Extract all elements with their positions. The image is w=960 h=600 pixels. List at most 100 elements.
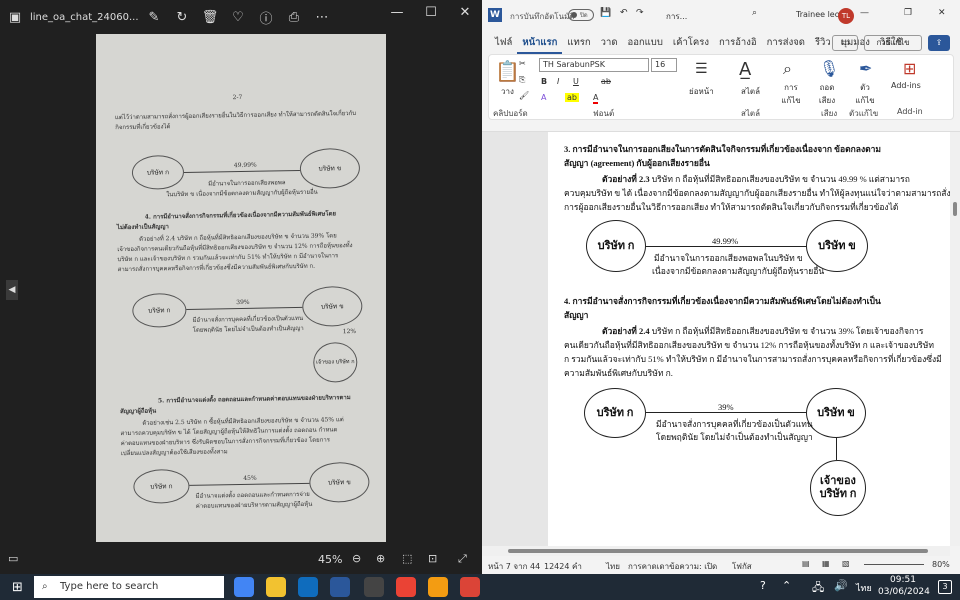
editor-icon[interactable]: ✒ [859,59,872,78]
web-layout-icon[interactable]: ▧ [842,559,850,568]
notification-badge[interactable]: 3 [938,580,952,594]
zoom-percent[interactable]: 80% [932,560,950,569]
document-photo: 2-7 แต่ไว้ว่าตามสามารถสั่งการผู้ออกเสียง… [96,34,386,542]
paragraph-icon[interactable]: ☰ [695,61,708,77]
filmstrip-icon[interactable]: ▭ [8,552,18,565]
bold-button[interactable]: B [541,77,547,86]
document-area[interactable]: 3. การมีอำนาจในการออกเสียงในการตัดสินใจก… [482,132,950,546]
print-layout-icon[interactable]: ▦ [822,559,830,568]
file-explorer-icon[interactable] [266,577,286,597]
underline-button[interactable]: U [573,77,579,86]
comments-button[interactable]: ▭ [832,35,858,51]
editor-label[interactable]: ตัว แก้ไข [853,81,877,107]
fit-window-icon[interactable]: ⬚ [402,552,412,565]
restore-button[interactable]: ❐ [904,8,912,18]
tab-references[interactable]: การอ้างอิ [714,32,762,54]
edge-icon[interactable] [298,577,318,597]
styles-label[interactable]: สไตล์ [741,85,760,98]
photos-icon[interactable] [364,577,384,597]
document-page[interactable]: 3. การมีอำนาจในการออกเสียงในการตัดสินใจก… [548,132,950,546]
italic-button[interactable]: I [557,77,559,86]
vertical-scrollbar[interactable] [950,132,960,546]
horizontal-scrollbar[interactable] [482,546,950,556]
prev-image-button[interactable]: ◀ [6,280,18,300]
addins-label[interactable]: Add-ins [891,81,921,90]
share-button[interactable]: ⇪ [928,35,950,51]
chrome-icon[interactable] [234,577,254,597]
paste-icon[interactable]: 📋 [495,59,520,83]
addins-icon[interactable]: ⊞ [903,59,916,78]
gallery-icon[interactable]: ▣ [0,10,30,25]
search-box[interactable]: ⌕ Type here to search [34,576,224,598]
info-icon[interactable]: ⓘ [252,8,280,27]
tab-design[interactable]: ออกแบบ [623,32,668,54]
input-language[interactable]: ไทย [856,581,872,595]
clock-date[interactable]: 03/06/2024 [878,587,930,597]
zoom-out-icon[interactable]: ⊖ [352,552,361,565]
save-icon[interactable]: 💾 [600,8,611,18]
language-status[interactable]: ไทย [606,560,620,573]
undo-icon[interactable]: ↶ [620,8,628,18]
zoom-slider[interactable] [864,564,924,565]
editing-mode-button[interactable]: การแก้ไข [864,35,922,51]
search-icon[interactable]: ⌕ [752,8,757,18]
text-effects-button[interactable]: A [541,93,546,102]
word-titlebar: W การบันทึกอัตโนมัติ ปิด 💾 ↶ ↷ การ... ⌕ … [482,0,960,32]
minimize-button[interactable]: — [380,0,414,30]
autosave-toggle[interactable]: ปิด [568,9,594,21]
maximize-button[interactable]: ☐ [414,0,448,30]
rotate-icon[interactable]: ↻ [168,10,196,25]
delete-icon[interactable]: 🗑 [196,10,224,25]
tab-layout[interactable]: เค้าโครง [668,32,714,54]
paste-label[interactable]: วาง [501,85,514,98]
tab-file[interactable]: ไฟล์ [490,32,517,54]
minimize-button[interactable]: — [860,8,869,18]
edit-image-icon[interactable]: ✎ [140,10,168,25]
actual-size-icon[interactable]: ⊡ [428,552,437,565]
close-button[interactable]: ✕ [448,0,482,30]
page-count[interactable]: หน้า 7 จาก 44 [488,560,540,573]
dictate-label[interactable]: ถอด เสียง [815,81,839,107]
ruler[interactable] [482,122,960,132]
highlight-button[interactable]: ab [565,93,579,102]
tab-home[interactable]: หน้าแรก [517,32,563,54]
more-icon[interactable]: ⋯ [308,10,336,25]
clock-time[interactable]: 09:51 [890,575,916,585]
network-icon[interactable]: 🖧 [812,579,824,598]
redo-icon[interactable]: ↷ [636,8,644,18]
read-mode-icon[interactable]: ▤ [802,559,810,568]
tray-icon[interactable]: ⌃ [782,579,791,592]
word-count[interactable]: 12424 คำ [544,560,582,573]
tab-mailings[interactable]: การส่งจด [762,32,810,54]
paragraph-label[interactable]: ย่อหน้า [689,85,714,98]
focus-mode[interactable]: โฟกัส [732,560,752,573]
photo-circle: บริษัท ข [299,147,361,189]
cut-icon[interactable]: ✂ [519,59,526,68]
app-icon[interactable] [428,577,448,597]
font-size-select[interactable]: 16 [651,58,677,72]
volume-icon[interactable]: 🔊 [834,579,848,592]
chrome-profile-icon[interactable] [396,577,416,597]
copy-icon[interactable]: ⎘ [519,75,525,85]
font-name-select[interactable]: TH SarabunPSK [539,58,649,72]
font-color-button[interactable]: A [593,93,599,104]
find-label[interactable]: การ แก้ไข [779,81,803,107]
print-icon[interactable]: ⎙ [280,10,308,25]
favorite-icon[interactable]: ♡ [224,10,252,25]
format-painter-icon[interactable]: 🖌 [519,91,529,100]
zoom-in-icon[interactable]: ⊕ [376,552,385,565]
dictate-icon[interactable]: 🎙 [819,59,839,78]
chrome-alt-icon[interactable] [460,577,480,597]
user-avatar[interactable]: TL [838,8,854,24]
tab-insert[interactable]: แทรก [562,32,595,54]
text-prediction-status[interactable]: การคาดเดาข้อความ: เปิด [628,560,717,573]
tab-draw[interactable]: วาด [596,32,623,54]
help-icon[interactable]: ? [760,579,766,592]
strikethrough-button[interactable]: ab [601,77,611,86]
find-icon[interactable]: ⌕ [783,59,792,79]
close-button[interactable]: ✕ [938,8,946,18]
fullscreen-icon[interactable]: ⤢ [458,552,467,566]
styles-icon[interactable]: A̲ [739,59,751,80]
word-icon[interactable] [330,577,350,597]
start-icon[interactable]: ⊞ [12,580,23,595]
